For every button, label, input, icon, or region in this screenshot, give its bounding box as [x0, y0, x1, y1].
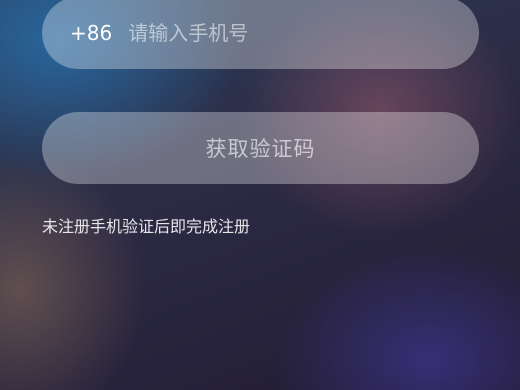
get-code-button[interactable]: 获取验证码	[42, 112, 479, 184]
phone-input[interactable]	[128, 13, 451, 53]
phone-field[interactable]: +86	[42, 0, 479, 69]
country-code-selector[interactable]: +86	[70, 21, 112, 45]
registration-hint: 未注册手机验证后即完成注册	[42, 217, 251, 236]
